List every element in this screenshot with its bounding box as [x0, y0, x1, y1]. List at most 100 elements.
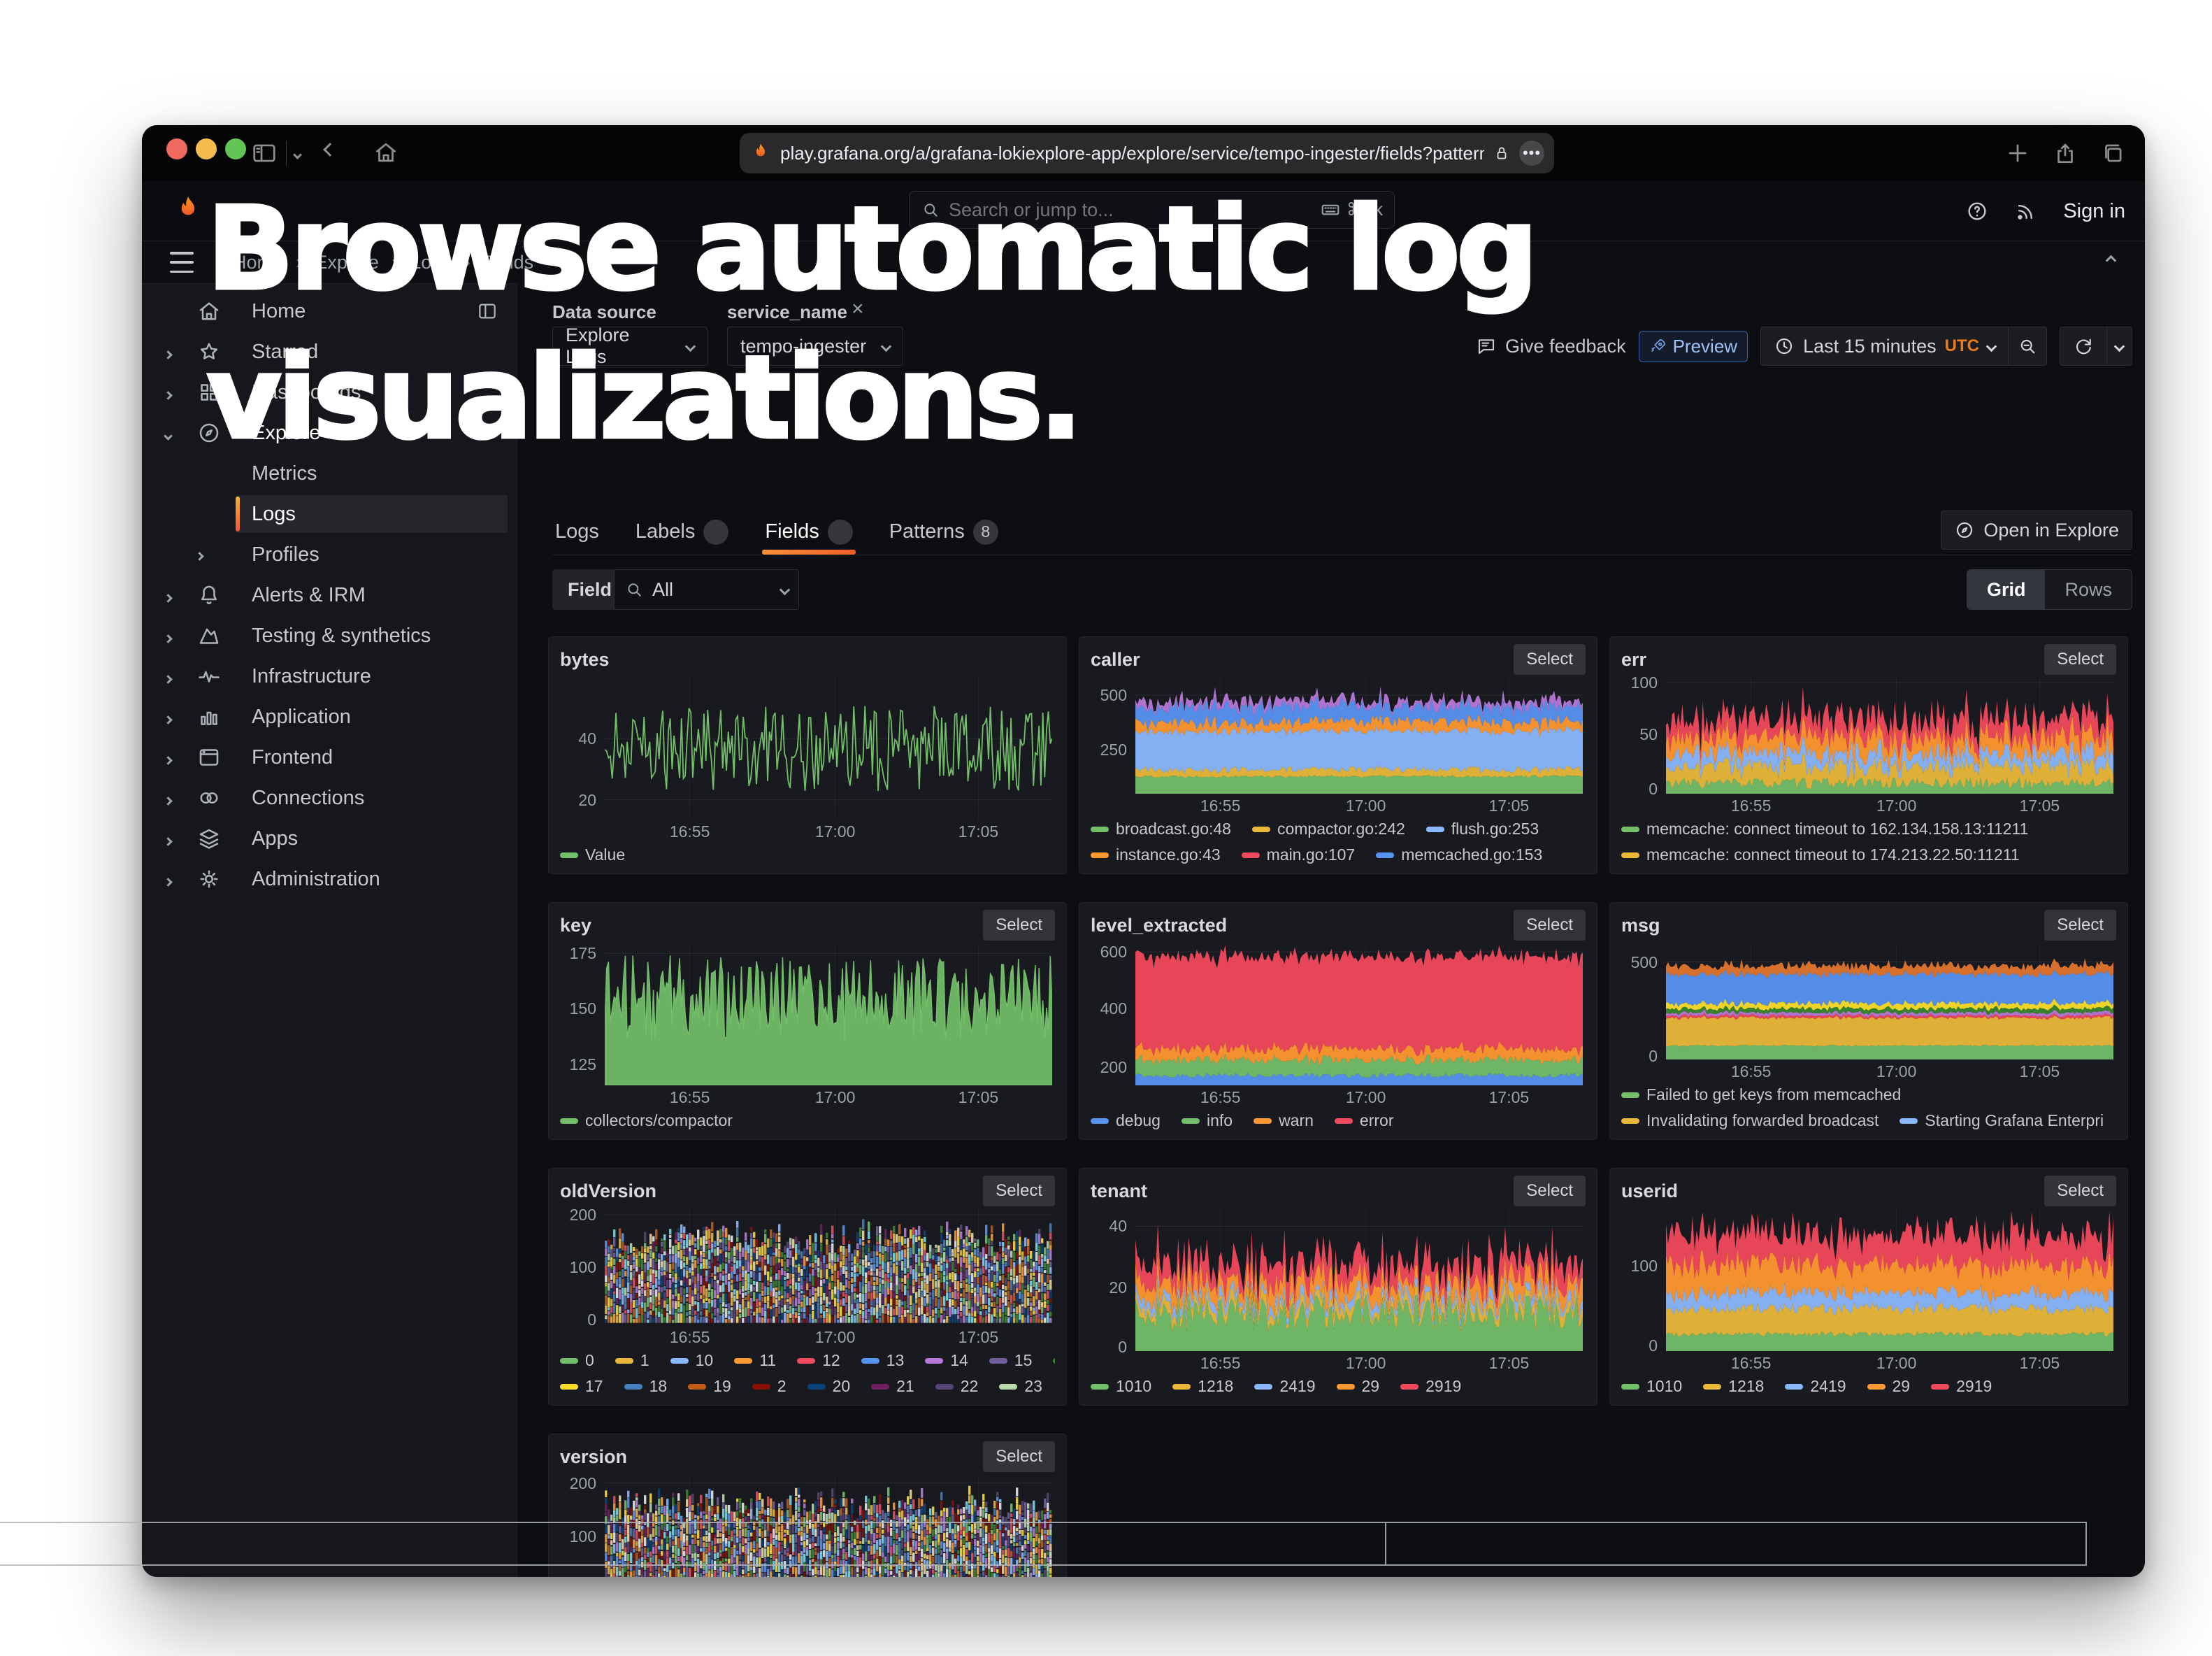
- legend-item[interactable]: 2419: [1785, 1377, 1846, 1396]
- legend-item[interactable]: Value: [560, 845, 625, 864]
- tab-patterns[interactable]: Patterns8: [886, 509, 1001, 555]
- legend-item[interactable]: 29: [1867, 1377, 1911, 1396]
- share-icon[interactable]: [2052, 140, 2078, 166]
- browser-home-icon[interactable]: [373, 139, 399, 166]
- select-button[interactable]: Select: [1514, 910, 1586, 941]
- legend-item[interactable]: 19: [688, 1377, 731, 1396]
- legend-item[interactable]: Failed to get keys from memcached: [1621, 1085, 1901, 1104]
- legend-item[interactable]: 10: [670, 1351, 714, 1370]
- breadcrumb-home[interactable]: Home: [233, 252, 283, 273]
- open-in-explore-button[interactable]: Open in Explore: [1941, 511, 2132, 550]
- sidebar-item-starred[interactable]: Starred: [142, 331, 517, 372]
- legend-item[interactable]: 1218: [1703, 1377, 1764, 1396]
- select-button[interactable]: Select: [1514, 1176, 1586, 1206]
- time-range-picker[interactable]: Last 15 minutes UTC: [1760, 327, 2009, 366]
- legend-item[interactable]: 1010: [1621, 1377, 1682, 1396]
- legend-item[interactable]: 1: [615, 1351, 649, 1370]
- sidebar-item-logs[interactable]: Logs: [142, 494, 517, 534]
- legend-item[interactable]: memcache: connect timeout to 174.213.22.…: [1621, 845, 2020, 864]
- window-minimize-button[interactable]: [196, 138, 217, 159]
- give-feedback-button[interactable]: Give feedback: [1476, 336, 1626, 357]
- legend-item[interactable]: Invalidating forwarded broadcast: [1621, 1111, 1879, 1130]
- url-more-icon[interactable]: •••: [1519, 141, 1544, 166]
- search-box[interactable]: ⌘+k: [909, 191, 1395, 229]
- legend-item[interactable]: 0: [560, 1351, 594, 1370]
- service-name-select[interactable]: tempo-ingester: [727, 327, 903, 366]
- grafana-logo-icon[interactable]: [171, 194, 205, 227]
- select-button[interactable]: Select: [1514, 644, 1586, 675]
- breadcrumb-fields[interactable]: Fields: [483, 252, 533, 273]
- view-option-rows[interactable]: Rows: [2045, 570, 2132, 609]
- refresh-button[interactable]: [2060, 327, 2107, 366]
- select-button[interactable]: Select: [983, 910, 1055, 941]
- zoom-out-button[interactable]: [2009, 327, 2047, 366]
- sidebar-item-infrastructure[interactable]: Infrastructure: [142, 656, 517, 697]
- sidebar-item-profiles[interactable]: Profiles: [142, 534, 517, 575]
- dock-icon[interactable]: [476, 300, 498, 322]
- data-source-select[interactable]: Explore Logs: [552, 327, 708, 366]
- back-icon[interactable]: [325, 145, 335, 158]
- legend-item[interactable]: 15: [989, 1351, 1033, 1370]
- legend-item[interactable]: 18: [624, 1377, 668, 1396]
- legend-item[interactable]: main.go:107: [1242, 845, 1356, 864]
- menu-icon[interactable]: [170, 252, 194, 273]
- sidebar-item-frontend[interactable]: Frontend: [142, 737, 517, 778]
- remove-filter-icon[interactable]: ×: [852, 297, 864, 321]
- legend-item[interactable]: 1218: [1172, 1377, 1233, 1396]
- sidebar-item-connections[interactable]: Connections: [142, 778, 517, 818]
- sidebar-item-application[interactable]: Application: [142, 697, 517, 737]
- legend-item[interactable]: compactor.go:242: [1252, 820, 1405, 838]
- breadcrumb-logs[interactable]: Logs: [410, 252, 452, 273]
- legend-item[interactable]: memcached.go:153: [1376, 845, 1542, 864]
- browser-sidebar-icon[interactable]: [251, 140, 278, 166]
- legend-item[interactable]: 11: [734, 1351, 776, 1370]
- field-search-select[interactable]: All: [614, 569, 799, 610]
- tab-fields[interactable]: Fields: [762, 509, 855, 555]
- legend-item[interactable]: 20: [807, 1377, 851, 1396]
- legend-item[interactable]: 13: [861, 1351, 905, 1370]
- legend-item[interactable]: 17: [560, 1377, 603, 1396]
- sidebar-item-home[interactable]: Home: [142, 291, 517, 331]
- legend-item[interactable]: flush.go:253: [1426, 820, 1539, 838]
- legend-item[interactable]: warn: [1254, 1111, 1314, 1130]
- legend-item[interactable]: 14: [925, 1351, 968, 1370]
- sidebar-item-administration[interactable]: Administration: [142, 859, 517, 899]
- sidebar-item-alerts-irm[interactable]: Alerts & IRM: [142, 575, 517, 615]
- legend-item[interactable]: 12: [797, 1351, 840, 1370]
- sidebar-item-metrics[interactable]: Metrics: [142, 453, 517, 494]
- legend-item[interactable]: 23: [999, 1377, 1042, 1396]
- legend-item[interactable]: memcache: connect timeout to 162.134.158…: [1621, 820, 2028, 838]
- select-button[interactable]: Select: [2044, 644, 2116, 675]
- refresh-interval-button[interactable]: [2107, 327, 2132, 366]
- sign-in-button[interactable]: Sign in: [2063, 200, 2125, 223]
- legend-item[interactable]: 22: [935, 1377, 979, 1396]
- news-icon[interactable]: [2014, 199, 2038, 223]
- tab-overview-icon[interactable]: [2099, 140, 2126, 166]
- new-tab-icon[interactable]: [2004, 140, 2031, 166]
- collapse-icon[interactable]: [2107, 255, 2121, 269]
- sidebar-item-dashboards[interactable]: Dashboards: [142, 372, 517, 413]
- legend-item[interactable]: broadcast.go:48: [1091, 820, 1231, 838]
- legend-item[interactable]: 1010: [1091, 1377, 1151, 1396]
- legend-item[interactable]: 2: [752, 1377, 787, 1396]
- select-button[interactable]: Select: [983, 1176, 1055, 1206]
- legend-item[interactable]: info: [1182, 1111, 1233, 1130]
- view-option-grid[interactable]: Grid: [1967, 570, 2046, 609]
- sidebar-item-explore[interactable]: Explore: [142, 413, 517, 453]
- select-button[interactable]: Select: [2044, 910, 2116, 941]
- legend-item[interactable]: 21: [871, 1377, 914, 1396]
- legend-item[interactable]: 29: [1337, 1377, 1380, 1396]
- legend-item[interactable]: 2919: [1931, 1377, 1992, 1396]
- tab-labels[interactable]: Labels: [633, 509, 731, 555]
- window-close-button[interactable]: [166, 138, 187, 159]
- sidebar-item-apps[interactable]: Apps: [142, 818, 517, 859]
- legend-item[interactable]: Starting Grafana Enterpri: [1899, 1111, 2104, 1130]
- sidebar-item-testing-synthetics[interactable]: Testing & synthetics: [142, 615, 517, 656]
- window-zoom-button[interactable]: [225, 138, 246, 159]
- legend-item[interactable]: instance.go:43: [1091, 845, 1221, 864]
- legend-item[interactable]: 2919: [1400, 1377, 1461, 1396]
- address-bar[interactable]: play.grafana.org/a/grafana-lokiexplore-a…: [740, 133, 1554, 173]
- select-button[interactable]: Select: [2044, 1176, 2116, 1206]
- tab-logs[interactable]: Logs: [552, 509, 602, 555]
- sidebar-chevron-icon[interactable]: [294, 149, 301, 162]
